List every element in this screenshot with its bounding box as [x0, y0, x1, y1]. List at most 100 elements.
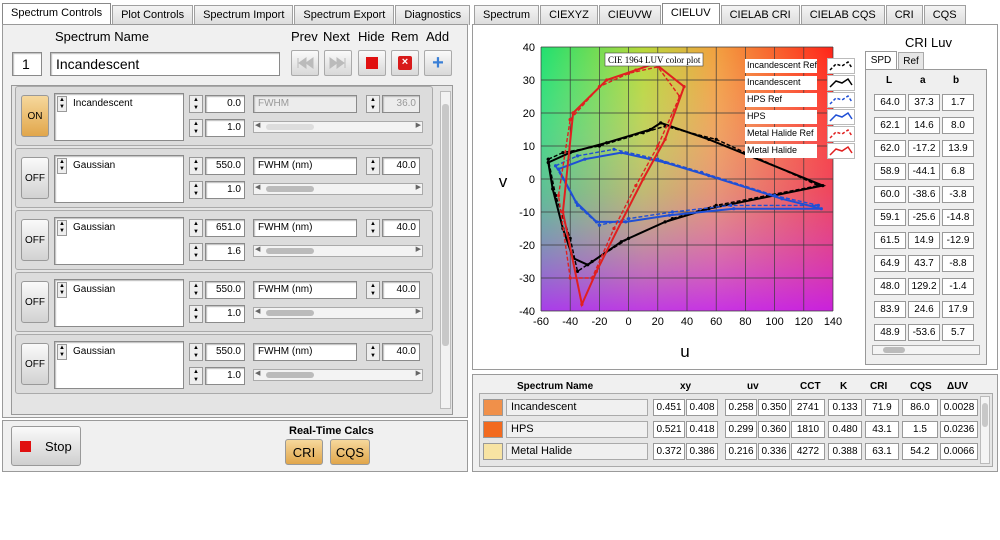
component-value1-field[interactable]: ▲ ▼ 0.0 [189, 95, 245, 113]
cri-luv-cell[interactable]: 60.0 [874, 186, 906, 203]
cri-luv-cell[interactable]: 17.9 [942, 301, 974, 318]
fwhm-spinner-icon[interactable]: ▲ ▼ [366, 219, 380, 237]
component-value1-field[interactable]: ▲ ▼ 550.0 [189, 281, 245, 299]
scroll-right-icon[interactable]: ▶ [416, 121, 421, 129]
component-value2-field[interactable]: ▲ ▼ 1.0 [189, 119, 245, 137]
cri-luv-cell[interactable]: 24.6 [908, 301, 940, 318]
component-fwhm-value[interactable]: 40.0 [382, 219, 420, 237]
component-fwhm-value[interactable]: 40.0 [382, 157, 420, 175]
realtime-cri-button[interactable]: CRI [285, 439, 323, 465]
remove-button[interactable]: × [391, 50, 419, 76]
component-toggle-button[interactable]: OFF [21, 343, 49, 385]
results-spectrum-name[interactable]: HPS [506, 421, 648, 438]
component-value2-field[interactable]: ▲ ▼ 1.6 [189, 243, 245, 261]
tab-ciexyz[interactable]: CIEXYZ [540, 5, 598, 25]
component-hscroll-thumb[interactable] [266, 186, 314, 192]
cri-luv-cell[interactable]: 48.9 [874, 324, 906, 341]
component-type-list[interactable]: ▲ ▼ Gaussian [54, 341, 184, 389]
scroll-left-icon[interactable]: ◀ [255, 245, 260, 253]
cri-luv-cell[interactable]: -25.6 [908, 209, 940, 226]
component-list-scroll-thumb[interactable] [442, 104, 449, 346]
component-hscroll[interactable]: ◀ ▶ [253, 369, 423, 381]
value1-spinner-icon[interactable]: ▲ ▼ [189, 281, 203, 299]
spectrum-index-field[interactable]: 1 [12, 52, 42, 76]
component-value1-field[interactable]: ▲ ▼ 550.0 [189, 343, 245, 361]
component-value1[interactable]: 651.0 [205, 219, 245, 237]
tab-spectrum-import[interactable]: Spectrum Import [194, 5, 294, 25]
value2-spinner-icon[interactable]: ▲ ▼ [189, 367, 203, 385]
results-scrollbar[interactable] [980, 396, 990, 464]
component-value2[interactable]: 1.0 [205, 367, 245, 385]
cri-luv-cell[interactable]: 83.9 [874, 301, 906, 318]
cri-luv-cell[interactable]: -8.8 [942, 255, 974, 272]
hide-button[interactable] [358, 50, 386, 76]
tab-spectrum[interactable]: Spectrum [474, 5, 540, 25]
component-value1[interactable]: 0.0 [205, 95, 245, 113]
tab-cieuvw[interactable]: CIEUVW [598, 5, 661, 25]
add-button[interactable]: + [424, 50, 452, 76]
component-hscroll[interactable]: ◀ ▶ [253, 307, 423, 319]
results-spectrum-name[interactable]: Incandescent [506, 399, 648, 416]
tab-cqs[interactable]: CQS [923, 5, 966, 25]
value2-spinner-icon[interactable]: ▲ ▼ [189, 181, 203, 199]
cri-luv-cell[interactable]: 62.1 [874, 117, 906, 134]
stop-button[interactable]: Stop [11, 426, 81, 466]
component-value2-field[interactable]: ▲ ▼ 1.0 [189, 367, 245, 385]
scroll-left-icon[interactable]: ◀ [255, 121, 260, 129]
component-fwhm-field[interactable]: ▲ ▼ 40.0 [366, 219, 420, 237]
component-fwhm-field[interactable]: ▲ ▼ 36.0 [366, 95, 420, 113]
cri-luv-tab-ref[interactable]: Ref [898, 52, 924, 69]
component-value2[interactable]: 1.6 [205, 243, 245, 261]
cri-luv-cell[interactable]: 13.9 [942, 140, 974, 157]
value1-spinner-icon[interactable]: ▲ ▼ [189, 343, 203, 361]
type-spinner-icon[interactable]: ▲ ▼ [57, 96, 67, 112]
type-spinner-icon[interactable]: ▲ ▼ [57, 282, 67, 298]
cri-luv-cell[interactable]: 6.8 [942, 163, 974, 180]
cri-luv-hscroll[interactable] [872, 345, 980, 355]
tab-cri[interactable]: CRI [885, 5, 923, 25]
component-toggle-button[interactable]: OFF [21, 219, 49, 261]
component-hscroll-thumb[interactable] [266, 124, 314, 130]
component-fwhm-field[interactable]: ▲ ▼ 40.0 [366, 343, 420, 361]
component-list-scrollbar[interactable] [440, 91, 451, 409]
component-toggle-button[interactable]: OFF [21, 281, 49, 323]
cri-luv-cell[interactable]: -44.1 [908, 163, 940, 180]
cri-luv-cell[interactable]: 129.2 [908, 278, 940, 295]
results-spectrum-name[interactable]: Metal Halide [506, 443, 648, 460]
component-hscroll[interactable]: ◀ ▶ [253, 121, 423, 133]
cri-luv-cell[interactable]: 64.9 [874, 255, 906, 272]
component-value1-field[interactable]: ▲ ▼ 550.0 [189, 157, 245, 175]
scroll-right-icon[interactable]: ▶ [416, 369, 421, 377]
cri-luv-cell[interactable]: -53.6 [908, 324, 940, 341]
component-hscroll-thumb[interactable] [266, 372, 314, 378]
component-value1[interactable]: 550.0 [205, 343, 245, 361]
spectrum-name-field[interactable]: Incandescent [50, 52, 280, 76]
value1-spinner-icon[interactable]: ▲ ▼ [189, 157, 203, 175]
component-type-list[interactable]: ▲ ▼ Gaussian [54, 155, 184, 203]
component-fwhm-field[interactable]: ▲ ▼ 40.0 [366, 157, 420, 175]
scroll-right-icon[interactable]: ▶ [416, 183, 421, 191]
value2-spinner-icon[interactable]: ▲ ▼ [189, 305, 203, 323]
cri-luv-cell[interactable]: 58.9 [874, 163, 906, 180]
component-fwhm-value[interactable]: 40.0 [382, 281, 420, 299]
realtime-cqs-button[interactable]: CQS [330, 439, 370, 465]
tab-plot-controls[interactable]: Plot Controls [112, 5, 194, 25]
component-hscroll-thumb[interactable] [266, 310, 314, 316]
scroll-right-icon[interactable]: ▶ [416, 245, 421, 253]
component-value2[interactable]: 1.0 [205, 305, 245, 323]
cri-luv-cell[interactable]: 61.5 [874, 232, 906, 249]
component-value2[interactable]: 1.0 [205, 119, 245, 137]
component-type-list[interactable]: ▲ ▼ Incandescent [54, 93, 184, 141]
value2-spinner-icon[interactable]: ▲ ▼ [189, 243, 203, 261]
cri-luv-cell[interactable]: 14.6 [908, 117, 940, 134]
value1-spinner-icon[interactable]: ▲ ▼ [189, 219, 203, 237]
component-value1[interactable]: 550.0 [205, 281, 245, 299]
type-spinner-icon[interactable]: ▲ ▼ [57, 220, 67, 236]
cri-luv-cell[interactable]: 14.9 [908, 232, 940, 249]
component-hscroll[interactable]: ◀ ▶ [253, 183, 423, 195]
fwhm-spinner-icon[interactable]: ▲ ▼ [366, 95, 380, 113]
component-toggle-button[interactable]: ON [21, 95, 49, 137]
cri-luv-cell[interactable]: 59.1 [874, 209, 906, 226]
component-toggle-button[interactable]: OFF [21, 157, 49, 199]
cri-luv-cell[interactable]: 1.7 [942, 94, 974, 111]
